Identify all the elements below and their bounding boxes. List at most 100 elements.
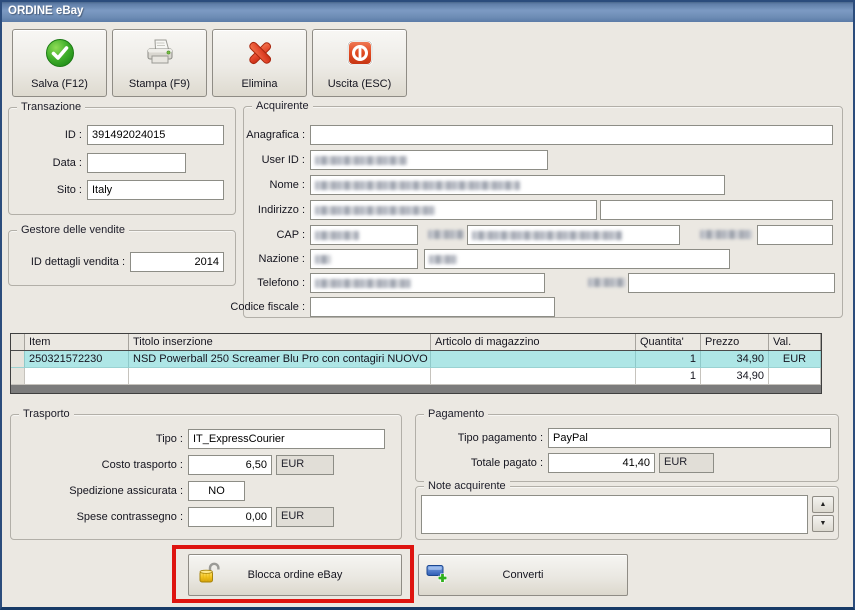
redacted-label: [700, 230, 752, 239]
cap-label: CAP :: [276, 229, 305, 241]
articolo-cell: [431, 351, 636, 368]
spese-contrassegno-field[interactable]: [188, 507, 272, 527]
converti-button[interactable]: Converti: [418, 554, 628, 596]
table-row[interactable]: 250321572230 NSD Powerball 250 Screamer …: [11, 351, 821, 368]
items-table: Item Titolo inserzione Articolo di magaz…: [10, 333, 822, 394]
save-button-label: Salva (F12): [31, 78, 88, 90]
prezzo-column-header: Prezzo: [701, 334, 769, 350]
redacted-text: [315, 278, 411, 288]
row-selector-cell: [11, 351, 25, 368]
open-padlock-icon: [197, 561, 223, 590]
redacted-text: [315, 180, 520, 190]
telefono-field[interactable]: [310, 273, 545, 293]
items-table-header: Item Titolo inserzione Articolo di magaz…: [11, 334, 821, 351]
titolo-cell: [129, 368, 431, 385]
spese-contrassegno-label: Spese contrassegno :: [76, 511, 183, 523]
redacted-label: [428, 230, 464, 239]
trasporto-tipo-label: Tipo :: [155, 433, 183, 445]
table-row[interactable]: 1 34,90: [11, 368, 821, 385]
exit-button[interactable]: Uscita (ESC): [312, 29, 407, 97]
note-scroll-up-button[interactable]: ▲: [812, 496, 834, 513]
redacted-label: [588, 278, 626, 287]
quantita-cell: 1: [636, 351, 701, 368]
tipo-pagamento-label: Tipo pagamento :: [457, 432, 543, 444]
user-id-label: User ID :: [261, 154, 305, 166]
transazione-sito-label: Sito :: [56, 184, 82, 196]
citta-field[interactable]: [467, 225, 680, 245]
redacted-text: [429, 254, 457, 264]
row-selector-header: [11, 334, 25, 350]
id-dettagli-vendita-label: ID dettagli vendita :: [30, 256, 125, 268]
user-id-field[interactable]: [310, 150, 548, 170]
telefono-label: Telefono :: [257, 277, 305, 289]
codice-fiscale-field[interactable]: [310, 297, 555, 317]
red-x-icon: [243, 37, 277, 72]
nazione-label: Nazione :: [258, 253, 305, 265]
articolo-cell: [431, 368, 636, 385]
window-title: ORDINE eBay: [8, 5, 84, 17]
title-bar: ORDINE eBay: [0, 0, 855, 22]
nazione-field[interactable]: [310, 249, 418, 269]
nazione-field-2[interactable]: [424, 249, 730, 269]
convert-add-icon: [425, 562, 451, 589]
save-button[interactable]: Salva (F12): [12, 29, 107, 97]
anagrafica-label: Anagrafica :: [246, 129, 305, 141]
codice-fiscale-label: Codice fiscale :: [230, 301, 305, 313]
item-column-header: Item: [25, 334, 129, 350]
acquirente-group-title: Acquirente: [252, 100, 313, 112]
val-cell: [769, 368, 821, 385]
redacted-text: [472, 230, 622, 240]
indirizzo-field-2[interactable]: [600, 200, 833, 220]
titolo-column-header: Titolo inserzione: [129, 334, 431, 350]
cap-field[interactable]: [310, 225, 418, 245]
delete-button[interactable]: Elimina: [212, 29, 307, 97]
anagrafica-field[interactable]: [310, 125, 833, 145]
redacted-text: [315, 254, 331, 264]
trasporto-tipo-field[interactable]: [188, 429, 385, 449]
indirizzo-label: Indirizzo :: [257, 204, 305, 216]
tipo-pagamento-field[interactable]: [548, 428, 831, 448]
transazione-data-field[interactable]: [87, 153, 186, 173]
arrow-down-icon: ▼: [819, 520, 827, 527]
titolo-cell: NSD Powerball 250 Screamer Blu Pro con c…: [129, 351, 431, 368]
prezzo-cell: 34,90: [701, 351, 769, 368]
val-cell: EUR: [769, 351, 821, 368]
trasporto-group-title: Trasporto: [19, 408, 74, 420]
prezzo-cell: 34,90: [701, 368, 769, 385]
indirizzo-field[interactable]: [310, 200, 597, 220]
email-field[interactable]: [628, 273, 835, 293]
power-exit-icon: [344, 37, 376, 72]
print-button[interactable]: Stampa (F9): [112, 29, 207, 97]
articolo-column-header: Articolo di magazzino: [431, 334, 636, 350]
blocca-ordine-label: Blocca ordine eBay: [247, 569, 343, 581]
val-column-header: Val.: [769, 334, 821, 350]
exit-button-label: Uscita (ESC): [327, 78, 392, 90]
spedizione-assicurata-label: Spedizione assicurata :: [69, 485, 183, 497]
provincia-field[interactable]: [757, 225, 833, 245]
gestore-vendite-group-title: Gestore delle vendite: [17, 224, 129, 236]
totale-currency-box: EUR: [659, 453, 714, 473]
item-cell: 250321572230: [25, 351, 129, 368]
totale-pagato-label: Totale pagato :: [470, 457, 543, 469]
nome-field[interactable]: [310, 175, 725, 195]
costo-currency-box: EUR: [276, 455, 334, 475]
nome-label: Nome :: [269, 179, 305, 191]
totale-pagato-field[interactable]: [548, 453, 655, 473]
arrow-up-icon: ▲: [819, 501, 827, 508]
quantita-cell: 1: [636, 368, 701, 385]
save-check-icon: [44, 37, 76, 72]
spedizione-assicurata-field[interactable]: [188, 481, 245, 501]
delete-button-label: Elimina: [241, 78, 278, 90]
costo-trasporto-label: Costo trasporto :: [101, 459, 183, 471]
note-acquirente-group-title: Note acquirente: [424, 480, 510, 492]
transazione-data-label: Data :: [52, 157, 82, 169]
note-scroll-down-button[interactable]: ▼: [812, 515, 834, 532]
blocca-ordine-button[interactable]: Blocca ordine eBay: [188, 554, 402, 596]
converti-label: Converti: [502, 569, 544, 581]
costo-trasporto-field[interactable]: [188, 455, 272, 475]
note-acquirente-textarea[interactable]: [421, 495, 808, 534]
item-cell: [25, 368, 129, 385]
redacted-text: [315, 230, 359, 240]
redacted-text: [315, 205, 435, 215]
printer-icon: [144, 37, 176, 72]
